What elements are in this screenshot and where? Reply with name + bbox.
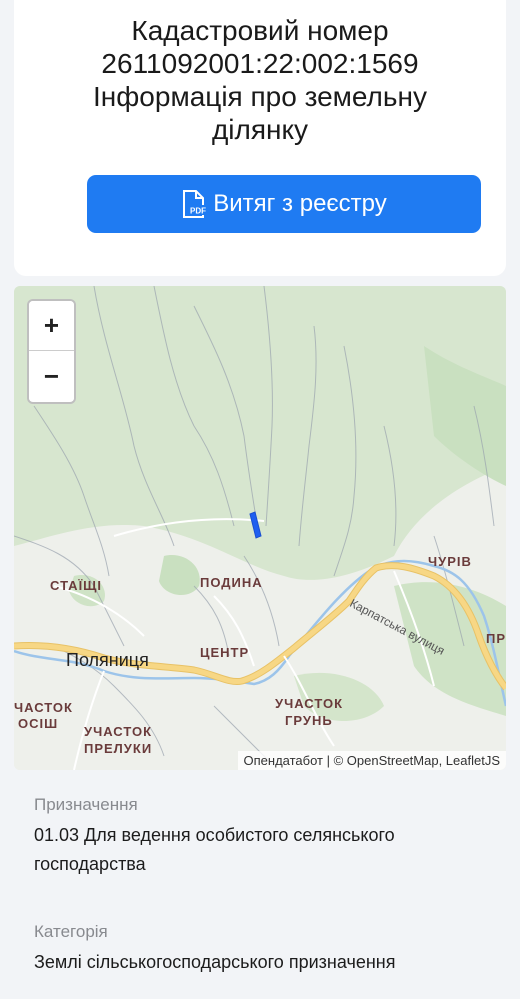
place-staishchi: СТАЇЩІ xyxy=(50,578,103,593)
place-churiv: ЧУРІВ xyxy=(428,554,472,569)
place-pr-edge: ПР xyxy=(486,631,506,646)
purpose-value: 01.03 Для ведення особистого селянського… xyxy=(34,821,494,879)
cadastral-number: 2611092001:22:002:1569 xyxy=(101,48,419,79)
place-uchastok-left-1: ЧАСТОК xyxy=(14,700,73,715)
place-uchastok-left-2: ОСІШ xyxy=(18,716,59,731)
place-uchastok-preluky-2: ПРЕЛУКИ xyxy=(84,741,153,756)
map-tiles[interactable] xyxy=(14,286,506,770)
purpose-label: Призначення xyxy=(34,795,138,814)
page-title: Кадастровий номер 2611092001:22:002:1569… xyxy=(14,14,506,146)
title-line-3: Інформація про земельну xyxy=(93,81,427,112)
place-podyna: ПОДИНА xyxy=(200,575,263,590)
place-polianytsia: Поляниця xyxy=(66,650,149,670)
pdf-file-icon: PDF xyxy=(183,190,208,218)
purpose-value-line-2: господарства xyxy=(34,854,146,874)
purpose-value-line-1: 01.03 Для ведення особистого селянського xyxy=(34,825,395,845)
purpose-section: Призначення 01.03 Для ведення особистого… xyxy=(34,795,494,879)
registry-extract-button[interactable]: PDF Витяг з реєстру xyxy=(87,175,481,233)
pdf-icon-text: PDF xyxy=(190,207,206,216)
category-value: Землі сільськогосподарського призначення xyxy=(34,952,396,972)
map[interactable]: + − СТАЇЩІ ПОДИНА ЧУРІВ ЦЕНТР Поляниця У… xyxy=(14,286,506,770)
zoom-out-button[interactable]: − xyxy=(29,351,74,401)
header-card: Кадастровий номер 2611092001:22:002:1569… xyxy=(14,0,506,276)
registry-extract-label: Витяг з реєстру xyxy=(213,190,387,217)
place-tsentr: ЦЕНТР xyxy=(200,645,250,660)
title-line-4: ділянку xyxy=(211,114,309,145)
map-attribution[interactable]: Опендатабот | © OpenStreetMap, LeafletJS xyxy=(237,751,506,770)
title-line-1: Кадастровий номер xyxy=(131,15,389,46)
place-uchastok-preluky-1: УЧАСТОК xyxy=(84,724,153,739)
place-uchastok-hrun-2: ГРУНЬ xyxy=(285,713,333,728)
zoom-in-button[interactable]: + xyxy=(29,301,74,351)
category-section: Категорія Землі сільськогосподарського п… xyxy=(34,922,494,977)
category-label: Категорія xyxy=(34,922,108,941)
zoom-control: + − xyxy=(27,299,76,404)
place-uchastok-hrun-1: УЧАСТОК xyxy=(275,696,344,711)
